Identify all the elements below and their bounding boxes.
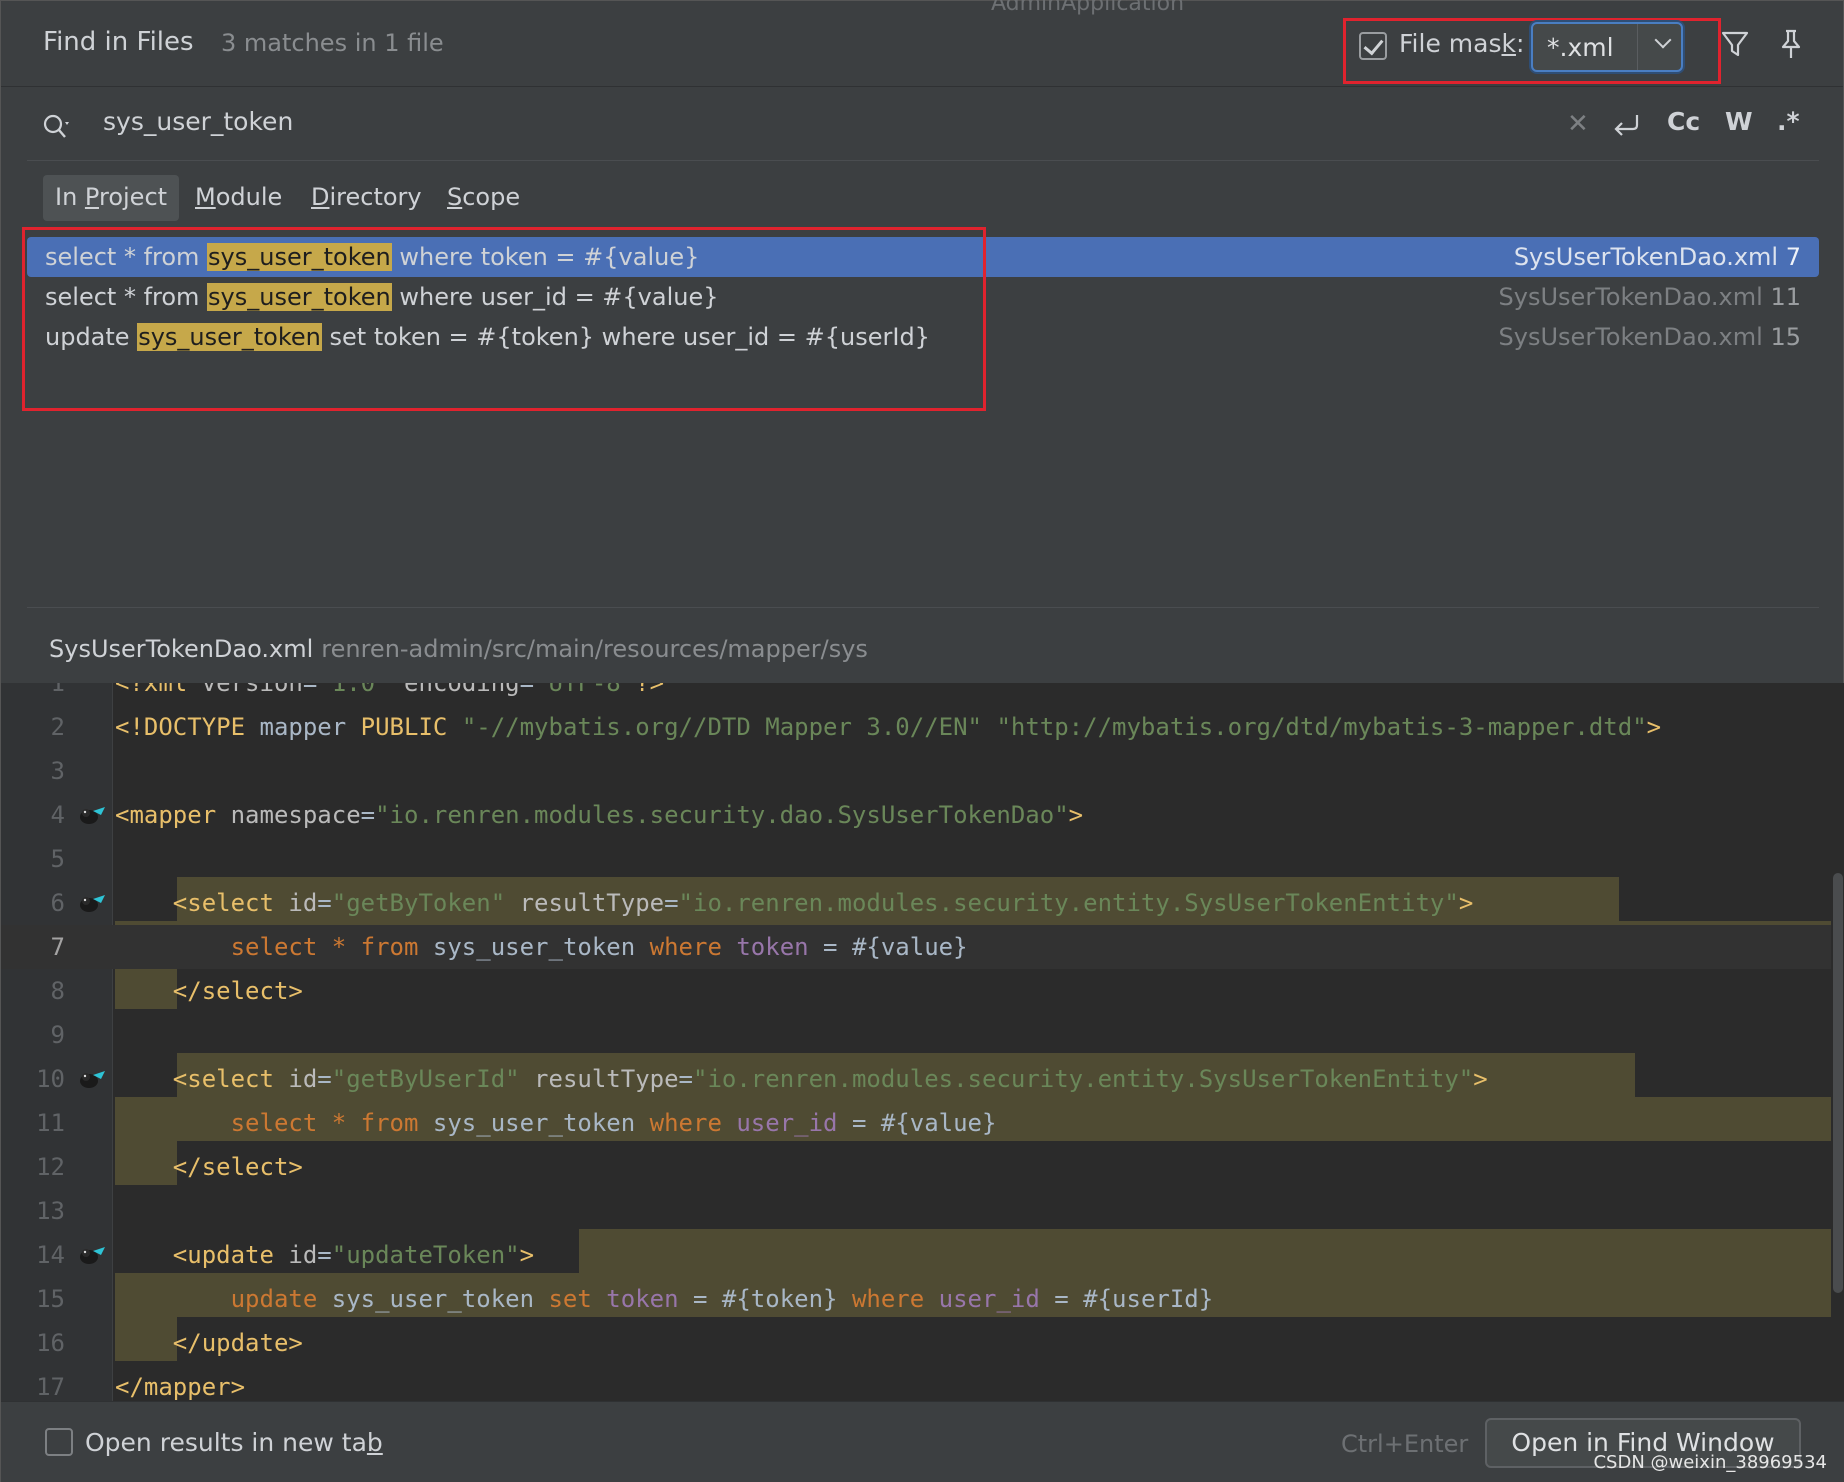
code-line[interactable]: 4 <mapper namespace="io.renren.modules.se… — [1, 793, 1844, 837]
line-number: 10 — [36, 1065, 65, 1093]
code-preview[interactable]: 1 <?xml version="1.0" encoding="UTF-8"?> 2… — [1, 683, 1844, 1401]
result-row[interactable]: select * from sys_user_token where token… — [27, 237, 1819, 277]
file-mask-value[interactable]: *.xml — [1547, 33, 1614, 62]
code-text: select * from sys_user_token where token… — [230, 933, 968, 961]
line-number: 12 — [36, 1153, 65, 1181]
code-line[interactable]: 9 — [1, 1013, 1844, 1057]
find-in-files-dialog: AdminApplication Find in Files 3 matches… — [0, 0, 1844, 1482]
search-history-icon[interactable] — [41, 111, 73, 143]
chevron-down-icon[interactable] — [1654, 31, 1672, 49]
code-text: select * from sys_user_token where user_… — [230, 1109, 997, 1137]
code-text: </select> — [172, 1153, 303, 1181]
mybatis-bird-icon[interactable] — [77, 1243, 107, 1267]
tab-module[interactable]: Module — [183, 175, 294, 221]
code-line[interactable]: 13 — [1, 1189, 1844, 1233]
pin-icon[interactable] — [1775, 27, 1807, 61]
code-line[interactable]: 14 <update id="updateToken"> — [1, 1233, 1844, 1277]
preview-header: SysUserTokenDao.xml renren-admin/src/main… — [49, 635, 868, 663]
code-text: <?xml version="1.0" encoding="UTF-8"?> — [115, 683, 665, 697]
code-line[interactable]: 17 </mapper> — [1, 1365, 1844, 1401]
vertical-scrollbar[interactable] — [1831, 683, 1844, 1401]
code-line[interactable]: 5 — [1, 837, 1844, 881]
line-number: 6 — [50, 889, 65, 917]
line-number: 15 — [36, 1285, 65, 1313]
line-number: 7 — [50, 933, 65, 961]
preview-file-path: renren-admin/src/main/resources/mapper/s… — [321, 635, 868, 663]
scrollbar-thumb[interactable] — [1833, 873, 1843, 1293]
line-number: 17 — [36, 1373, 65, 1401]
code-line[interactable]: 3 — [1, 749, 1844, 793]
result-row[interactable]: update sys_user_token set token = #{toke… — [27, 317, 1819, 357]
dialog-header[interactable]: Find in Files 3 matches in 1 file File m… — [1, 1, 1843, 87]
match-highlight: sys_user_token — [137, 323, 322, 351]
filter-icon[interactable] — [1719, 27, 1751, 61]
code-text: </select> — [172, 977, 303, 1005]
code-line[interactable]: 6 <select id="getByToken" resultType="io… — [1, 881, 1844, 925]
line-number: 11 — [36, 1109, 65, 1137]
match-highlight: sys_user_token — [207, 243, 392, 271]
line-number: 16 — [36, 1329, 65, 1357]
mybatis-bird-icon[interactable] — [77, 1067, 107, 1091]
tab-scope[interactable]: Scope — [435, 175, 532, 221]
line-number: 13 — [36, 1197, 65, 1225]
line-number: 9 — [50, 1021, 65, 1049]
watermark: CSDN @weixin_38969534 — [1593, 1452, 1827, 1473]
match-highlight: sys_user_token — [207, 283, 392, 311]
preview-file-name: SysUserTokenDao.xml — [49, 635, 314, 663]
file-mask-combobox[interactable]: *.xml — [1531, 22, 1683, 72]
file-mask-checkbox[interactable] — [1359, 32, 1387, 60]
line-number: 2 — [50, 713, 65, 741]
result-row[interactable]: select * from sys_user_token where user_… — [27, 277, 1819, 317]
shortcut-hint: Ctrl+Enter — [1341, 1430, 1469, 1458]
code-line[interactable]: 15 update sys_user_token set token = #{t… — [1, 1277, 1844, 1321]
line-number: 5 — [50, 845, 65, 873]
code-line[interactable]: 12 </select> — [1, 1145, 1844, 1189]
results-preview-splitter[interactable] — [27, 607, 1819, 608]
tab-directory[interactable]: Directory — [299, 175, 434, 221]
match-case-toggle[interactable]: Cc — [1667, 107, 1700, 136]
code-line[interactable]: 11 select * from sys_user_token where us… — [1, 1101, 1844, 1145]
result-text: select * from sys_user_token where user_… — [45, 283, 719, 311]
code-text: <select id="getByToken" resultType="io.r… — [172, 889, 1474, 917]
code-text: <select id="getByUserId" resultType="io.… — [172, 1065, 1488, 1093]
code-line[interactable]: 7 select * from sys_user_token where tok… — [1, 925, 1844, 969]
result-location: SysUserTokenDao.xml 7 — [1513, 243, 1801, 271]
line-number: 3 — [50, 757, 65, 785]
code-line[interactable]: 16 </update> — [1, 1321, 1844, 1365]
code-text: </mapper> — [115, 1373, 246, 1401]
dialog-title: Find in Files — [43, 27, 194, 57]
tab-in-project[interactable]: In Project — [43, 175, 180, 221]
regex-toggle[interactable]: .* — [1777, 107, 1800, 136]
result-text: select * from sys_user_token where token… — [45, 243, 700, 271]
file-mask-label: File mask: — [1399, 29, 1525, 58]
result-location: SysUserTokenDao.xml 11 — [1498, 283, 1801, 311]
result-location: SysUserTokenDao.xml 15 — [1498, 323, 1801, 351]
clear-icon[interactable]: ✕ — [1567, 109, 1589, 139]
code-text: <mapper namespace="io.renren.modules.sec… — [115, 801, 1084, 829]
mybatis-bird-icon[interactable] — [77, 803, 107, 827]
code-line[interactable]: 2 <!DOCTYPE mapper PUBLIC "-//mybatis.org… — [1, 705, 1844, 749]
code-text: update sys_user_token set token = #{toke… — [230, 1285, 1214, 1313]
open-in-new-tab-label[interactable]: Open results in new tab — [85, 1428, 383, 1457]
line-number: 4 — [50, 801, 65, 829]
search-query[interactable]: sys_user_token — [103, 107, 293, 136]
combobox-divider — [1637, 24, 1638, 70]
code-line[interactable]: 8 </select> — [1, 969, 1844, 1013]
match-summary: 3 matches in 1 file — [221, 29, 444, 57]
line-number: 14 — [36, 1241, 65, 1269]
result-text: update sys_user_token set token = #{toke… — [45, 323, 930, 351]
new-line-icon[interactable] — [1611, 109, 1643, 141]
code-line[interactable]: 1 <?xml version="1.0" encoding="UTF-8"?> — [1, 683, 1844, 705]
search-field[interactable]: sys_user_token ✕ Cc W .* — [27, 89, 1819, 161]
dialog-footer: Open results in new tab Ctrl+Enter Open … — [1, 1401, 1844, 1482]
code-text: <!DOCTYPE mapper PUBLIC "-//mybatis.org/… — [115, 713, 1662, 741]
line-number: 1 — [50, 683, 65, 697]
open-in-new-tab-checkbox[interactable] — [45, 1428, 73, 1456]
mybatis-bird-icon[interactable] — [77, 891, 107, 915]
line-number: 8 — [50, 977, 65, 1005]
code-text: <update id="updateToken"> — [172, 1241, 535, 1269]
words-toggle[interactable]: W — [1725, 107, 1753, 136]
code-line[interactable]: 10 <select id="getByUserId" resultType="… — [1, 1057, 1844, 1101]
code-text: </update> — [172, 1329, 303, 1357]
